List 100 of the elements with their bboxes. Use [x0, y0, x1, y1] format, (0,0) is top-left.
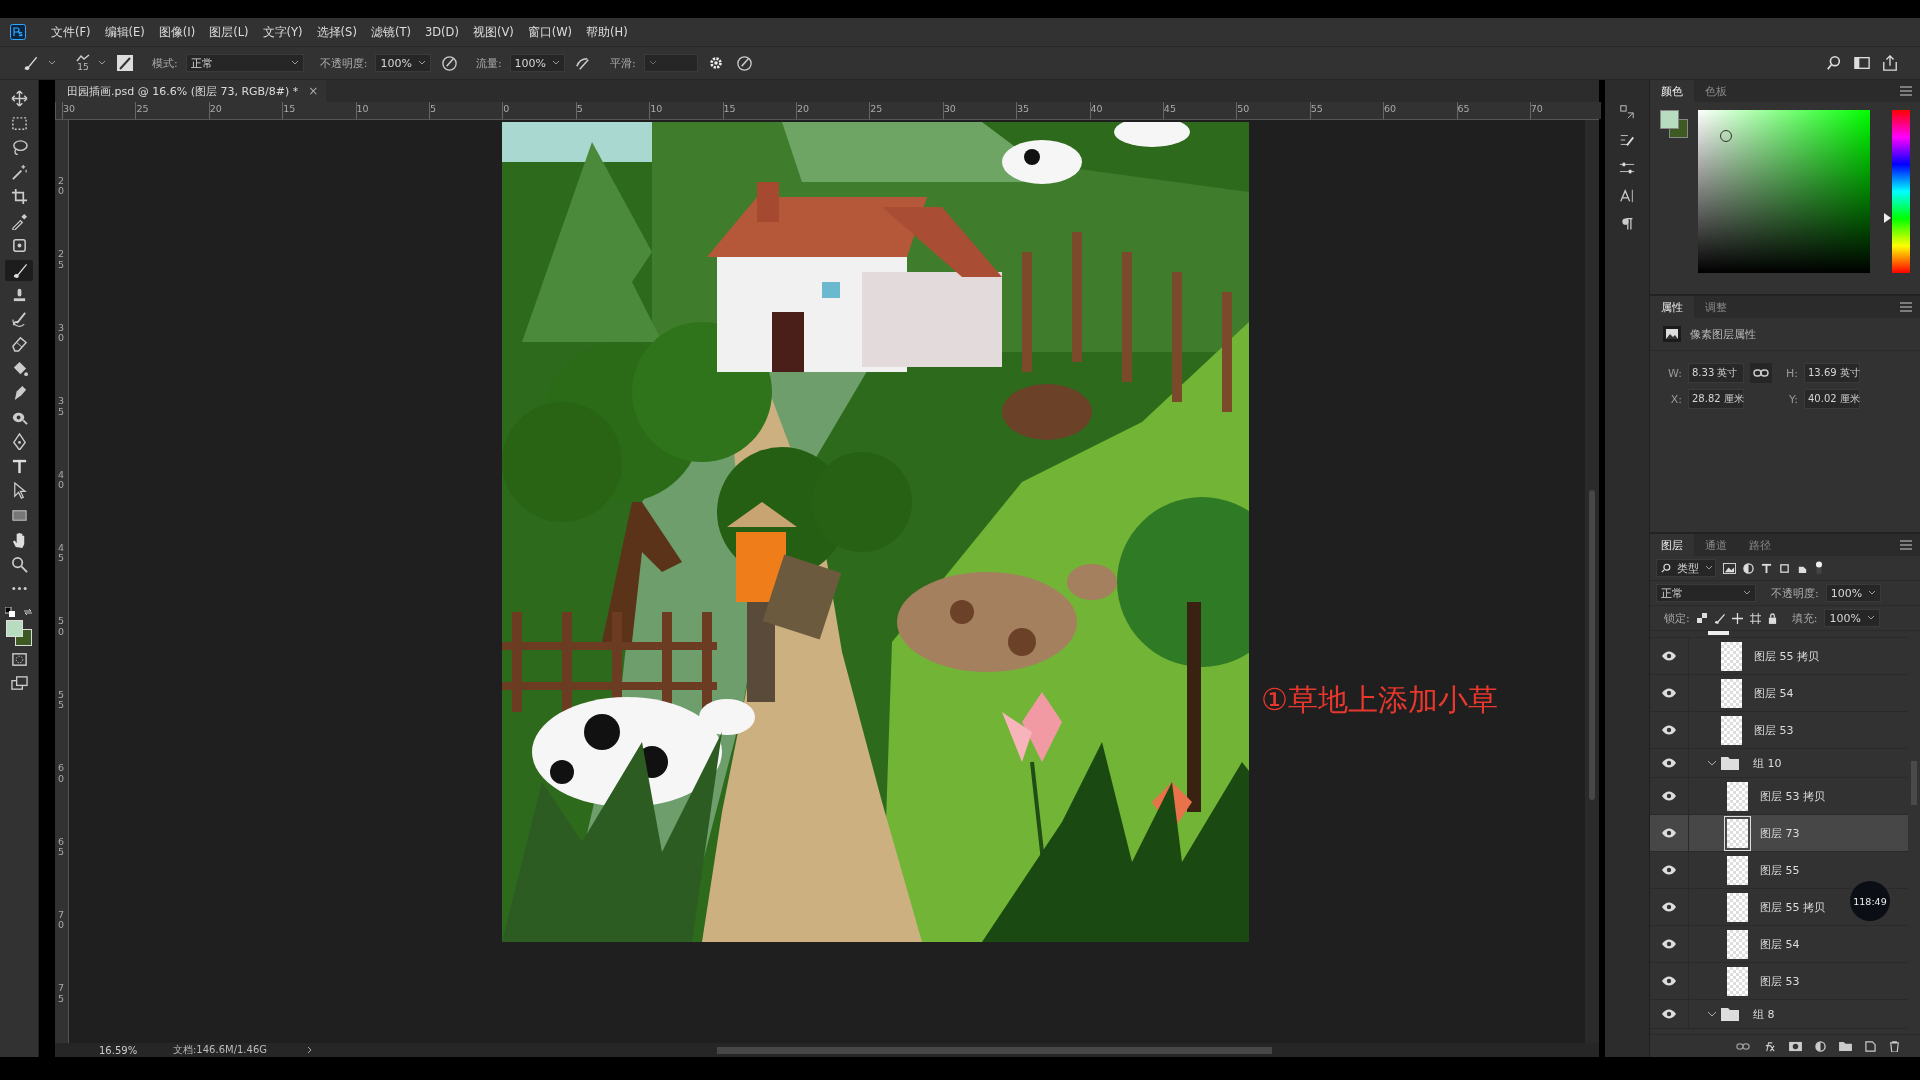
fill-field[interactable]: 100% — [1824, 609, 1880, 627]
scrollbar-thumb[interactable] — [1589, 490, 1595, 800]
type-filter-icon[interactable] — [1761, 562, 1772, 574]
scrollbar-thumb[interactable] — [1911, 761, 1917, 805]
panel-menu-icon[interactable] — [1900, 86, 1912, 96]
default-colors-icon[interactable] — [5, 606, 15, 617]
adjustment-icon[interactable] — [1815, 1040, 1826, 1052]
opacity-field[interactable]: 100% — [1825, 584, 1882, 602]
brush-panel-icon[interactable] — [114, 52, 136, 74]
folder-icon[interactable] — [1839, 1040, 1852, 1052]
effects-icon[interactable] — [1763, 1040, 1776, 1052]
dimension-field[interactable]: 8.33 英寸 — [1688, 363, 1744, 383]
document-tab[interactable]: 田园插画.psd @ 16.6% (图层 73, RGB/8#) * × — [55, 80, 327, 102]
panel-tab[interactable]: 色板 — [1694, 80, 1738, 102]
chevron-icon[interactable] — [1707, 758, 1717, 768]
caret-icon[interactable] — [48, 60, 56, 66]
link-icon[interactable] — [1750, 363, 1772, 383]
image-filter-icon[interactable] — [1723, 562, 1736, 574]
color-swatches-icon[interactable] — [6, 619, 32, 646]
lock-icon[interactable] — [1767, 612, 1777, 624]
shape-filter-icon[interactable] — [1779, 562, 1790, 574]
blend-mode-dropdown[interactable]: 正常 — [1656, 584, 1756, 602]
layer-filter-dropdown[interactable]: 类型 — [1656, 559, 1716, 577]
mode-dropdown[interactable]: 正常 — [185, 54, 304, 72]
opacity-field[interactable]: 100% — [375, 54, 431, 72]
visibility-eye-icon[interactable] — [1661, 939, 1677, 949]
layer-row[interactable]: 图层 53 — [1650, 963, 1908, 1000]
history-panel-icon[interactable] — [1617, 102, 1637, 122]
folder-icon — [1721, 1007, 1739, 1021]
dimension-field[interactable]: 28.82 厘米 — [1688, 389, 1744, 409]
visibility-eye-icon[interactable] — [1661, 688, 1677, 698]
scrollbar-thumb[interactable] — [717, 1047, 1272, 1054]
chevron-icon[interactable] — [307, 1046, 313, 1054]
menu-item[interactable]: 窗口(W) — [521, 22, 579, 42]
adjustment-filter-icon[interactable] — [1743, 562, 1754, 574]
layer-row[interactable]: 组 8 — [1650, 1000, 1908, 1029]
menu-item[interactable]: 文字(Y) — [256, 22, 309, 42]
new-layer-icon[interactable] — [1865, 1040, 1876, 1052]
visibility-eye-icon[interactable] — [1661, 828, 1677, 838]
layer-row[interactable]: 图层 73 — [1650, 815, 1908, 852]
ruler-label: 65 — [1456, 102, 1471, 116]
visibility-eye-icon[interactable] — [1661, 1009, 1677, 1019]
brush-icon[interactable] — [5, 259, 33, 281]
visibility-eye-icon[interactable] — [1661, 758, 1677, 768]
visibility-eye-icon[interactable] — [1661, 725, 1677, 735]
menu-item[interactable]: 帮助(H) — [580, 22, 634, 42]
panel-tab[interactable]: 路径 — [1738, 534, 1782, 556]
layer-row[interactable]: 图层 55 拷贝 — [1650, 638, 1908, 675]
color-swatches-icon[interactable] — [1660, 110, 1688, 138]
visibility-eye-icon[interactable] — [1661, 791, 1677, 801]
panel-menu-icon[interactable] — [1900, 302, 1912, 312]
panel-tab[interactable]: 属性 — [1650, 296, 1694, 318]
layer-row[interactable]: 图层 54 — [1650, 926, 1908, 963]
ruler-label: 30 — [942, 102, 957, 116]
chevron-icon[interactable] — [1707, 1009, 1717, 1019]
layer-row[interactable]: 图层 53 — [1650, 712, 1908, 749]
layer-row[interactable]: 组 10 — [1650, 749, 1908, 778]
visibility-eye-icon[interactable] — [1661, 976, 1677, 986]
opacity-label: 不透明度: — [1771, 585, 1819, 601]
smoothing-field[interactable] — [643, 54, 698, 72]
panel-tab[interactable]: 图层 — [1650, 534, 1694, 556]
visibility-eye-icon[interactable] — [1661, 902, 1677, 912]
ruler-label: 15 — [282, 102, 297, 116]
visibility-eye-icon[interactable] — [1661, 651, 1677, 661]
dimension-field[interactable]: 13.69 英寸 — [1804, 363, 1860, 383]
menu-item[interactable]: 选择(S) — [310, 22, 363, 42]
caret-icon[interactable] — [98, 60, 106, 66]
color-picker-field[interactable] — [1698, 110, 1871, 273]
menu-item[interactable]: 图像(I) — [152, 22, 202, 42]
toggle-switch-icon[interactable] — [1815, 561, 1823, 575]
brush-icon[interactable] — [1713, 612, 1725, 624]
artboard-icon[interactable] — [1749, 612, 1761, 624]
panel-tab[interactable]: 颜色 — [1650, 80, 1694, 102]
menu-item[interactable]: 视图(V) — [466, 22, 520, 42]
app-logo[interactable] — [9, 23, 27, 41]
layer-row[interactable]: 图层 54 — [1650, 675, 1908, 712]
menu-item[interactable]: 3D(D) — [418, 23, 465, 41]
brush-size-picker[interactable]: 15 — [76, 54, 90, 72]
swap-arrows-icon[interactable] — [23, 606, 33, 617]
panel-tab[interactable]: 通道 — [1694, 534, 1738, 556]
panel-menu-icon[interactable] — [1900, 540, 1912, 550]
menu-item[interactable]: 文件(F) — [45, 22, 97, 42]
link-icon[interactable] — [1736, 1041, 1750, 1051]
menu-item[interactable]: 编辑(E) — [98, 22, 151, 42]
search-icon — [1661, 563, 1671, 573]
visibility-eye-icon[interactable] — [1661, 865, 1677, 875]
layer-name: 图层 53 — [1760, 973, 1800, 989]
close-button[interactable]: × — [308, 84, 319, 98]
mask-icon[interactable] — [1789, 1040, 1802, 1052]
caret-icon — [1705, 565, 1713, 571]
share-icon[interactable] — [1880, 53, 1900, 73]
menu-item[interactable]: 滤镜(T) — [364, 22, 417, 42]
move-icon[interactable] — [1731, 612, 1743, 624]
trash-icon[interactable] — [1889, 1040, 1900, 1052]
flow-field[interactable]: 100% — [509, 54, 566, 72]
slider-thumb[interactable] — [1884, 212, 1892, 223]
menu-item[interactable]: 图层(L) — [203, 22, 255, 42]
dimension-field[interactable]: 40.02 厘米 — [1804, 389, 1860, 409]
ruler-label: 15 — [722, 102, 737, 116]
panel-tab[interactable]: 调整 — [1694, 296, 1738, 318]
